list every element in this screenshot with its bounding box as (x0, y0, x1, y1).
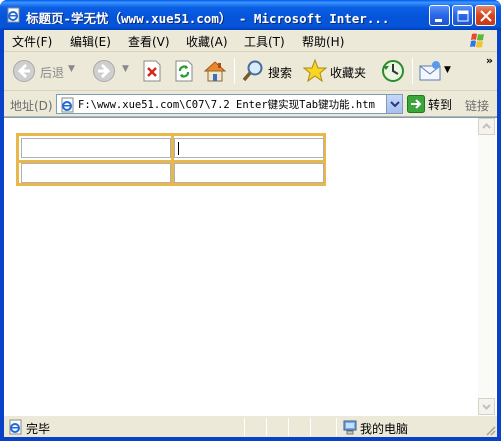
favorites-label: 收藏夹 (330, 66, 367, 80)
status-bar: 完毕 我的电脑 (4, 415, 497, 437)
status-pane-divider (288, 418, 289, 436)
window-frame-bottom (0, 437, 501, 441)
address-url: F:\www.xue51.com\C07\7.2 Enter键实现Tab键功能.… (78, 99, 375, 111)
search-button[interactable]: 搜索 (240, 56, 296, 86)
scroll-down-button[interactable] (478, 398, 495, 415)
chevron-down-icon (390, 101, 400, 108)
text-cursor (178, 142, 179, 155)
mail-button[interactable]: ▼ (418, 56, 452, 86)
forward-dropdown-icon[interactable]: ▼ (122, 64, 129, 74)
go-arrow-icon (407, 95, 425, 113)
menu-help[interactable]: 帮助(H) (302, 33, 344, 49)
toolbar-separator (234, 58, 235, 84)
close-button[interactable] (475, 5, 496, 26)
history-button[interactable] (380, 56, 406, 86)
back-button[interactable]: 后退 ▼ (10, 56, 76, 86)
refresh-icon (175, 60, 193, 82)
security-zone-text: 我的电脑 (360, 422, 409, 436)
status-pane-divider (336, 418, 337, 436)
vertical-scrollbar[interactable] (478, 118, 495, 415)
favorites-button[interactable]: 收藏夹 (302, 56, 370, 86)
back-dropdown-icon[interactable]: ▼ (68, 64, 75, 74)
status-pane-divider (266, 418, 267, 436)
input-table (16, 133, 326, 186)
window-frame-right (497, 30, 501, 441)
menu-file[interactable]: 文件(F) (12, 33, 52, 49)
history-icon (382, 60, 404, 82)
back-label: 后退 (40, 66, 65, 80)
go-button[interactable]: 转到 (407, 94, 459, 114)
text-input-row2-col1[interactable] (21, 163, 171, 183)
toolbar-separator (412, 58, 413, 84)
text-input-row1-col2[interactable] (174, 138, 324, 158)
scroll-up-button[interactable] (478, 118, 495, 135)
home-button[interactable] (202, 56, 228, 86)
menu-favorites[interactable]: 收藏(A) (186, 33, 228, 49)
scroll-up-icon (482, 123, 491, 129)
menu-view[interactable]: 查看(V) (128, 33, 170, 49)
address-label: 地址(D) (10, 99, 53, 113)
address-input[interactable]: F:\www.xue51.com\C07\7.2 Enter键实现Tab键功能.… (56, 94, 403, 114)
search-icon (242, 60, 263, 82)
title-bar[interactable]: 标题页-学无忧（www.xue51.com） - Microsoft Inter… (0, 0, 501, 30)
home-icon (203, 61, 227, 82)
star-icon (303, 59, 327, 83)
page-done-icon (9, 419, 22, 435)
close-icon (480, 10, 492, 22)
page-icon (61, 97, 74, 113)
forward-arrow-icon (93, 60, 115, 82)
menu-bar: 文件(F) 编辑(E) 查看(V) 收藏(A) 工具(T) 帮助(H) (4, 30, 497, 52)
maximize-icon (457, 10, 469, 22)
refresh-button[interactable] (172, 56, 196, 86)
window-title: 标题页-学无忧（www.xue51.com） - Microsoft Inter… (26, 11, 390, 24)
stop-icon (143, 60, 161, 82)
resize-grip-icon[interactable] (484, 424, 496, 436)
my-computer-icon (343, 420, 357, 435)
standard-toolbar: 后退 ▼ ▼ 搜索 收藏夹 ▼ » (4, 52, 497, 91)
text-input-row2-col2[interactable] (174, 163, 324, 183)
status-pane-divider (244, 418, 245, 436)
menu-tools[interactable]: 工具(T) (244, 33, 285, 49)
maximize-button[interactable] (452, 5, 473, 26)
back-arrow-icon (13, 60, 35, 82)
mail-icon (419, 61, 441, 81)
scroll-down-icon (482, 404, 491, 410)
text-input-row1-col1[interactable] (21, 138, 171, 158)
status-text: 完毕 (26, 422, 51, 436)
address-dropdown-button[interactable] (386, 95, 402, 113)
forward-button[interactable]: ▼ (90, 56, 130, 86)
page-content (4, 117, 497, 415)
menu-edit[interactable]: 编辑(E) (70, 33, 111, 49)
windows-logo-icon (470, 33, 484, 48)
address-bar: 地址(D) F:\www.xue51.com\C07\7.2 Enter键实现T… (4, 91, 497, 117)
go-label: 转到 (428, 98, 453, 112)
stop-button[interactable] (140, 56, 164, 86)
toolbar-chevron-icon[interactable]: » (486, 54, 493, 67)
search-label: 搜索 (268, 66, 293, 80)
status-pane-divider (310, 418, 311, 436)
ie-window: 标题页-学无忧（www.xue51.com） - Microsoft Inter… (0, 0, 501, 441)
minimize-icon (435, 19, 442, 22)
links-button[interactable]: 链接 (465, 97, 489, 114)
minimize-button[interactable] (429, 5, 450, 26)
ie-page-icon (7, 7, 20, 23)
mail-dropdown-icon[interactable]: ▼ (444, 65, 451, 75)
